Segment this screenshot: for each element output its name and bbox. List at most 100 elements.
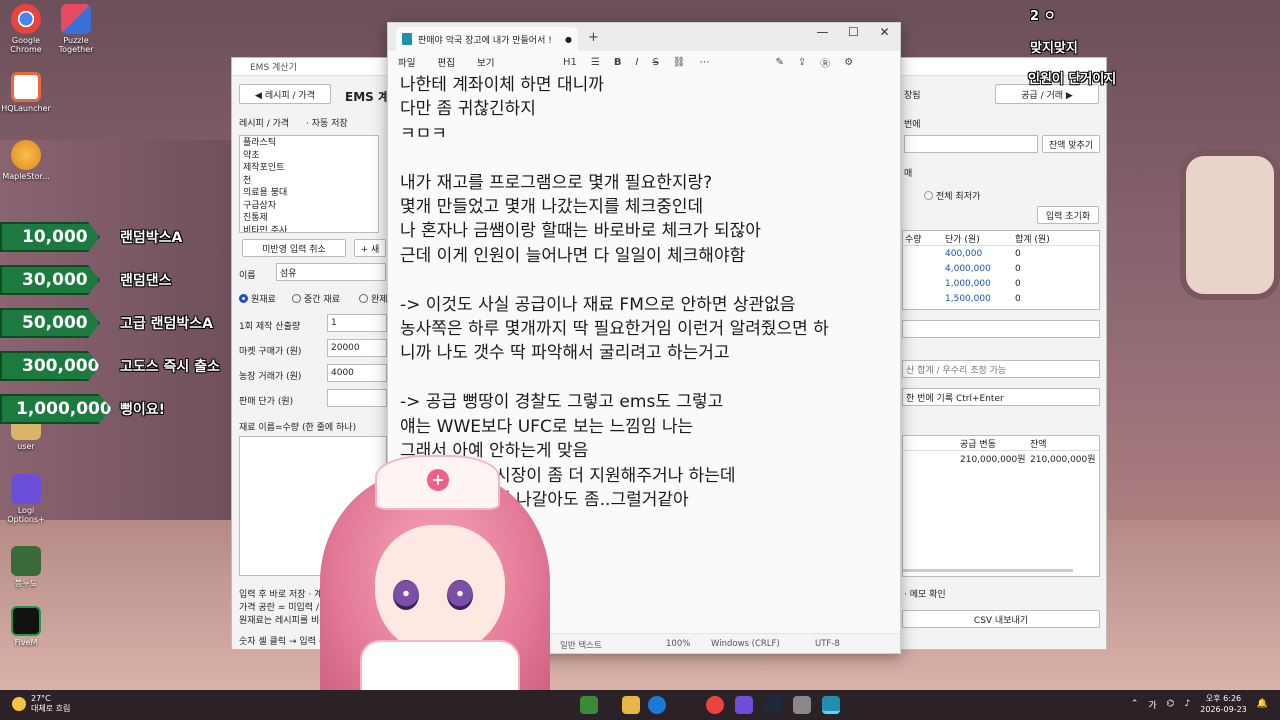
menu-view[interactable]: 보기 bbox=[477, 55, 494, 69]
window-app-icon[interactable] bbox=[793, 696, 811, 714]
account-icon[interactable]: Ⓡ bbox=[820, 55, 830, 70]
link-icon[interactable]: ⛓ bbox=[673, 57, 686, 68]
list-item[interactable]: 의료용 붕대 bbox=[243, 187, 375, 200]
donation-label: 랜덤댄스 bbox=[120, 273, 172, 289]
italic-icon[interactable]: I bbox=[635, 57, 638, 68]
cross-icon: + bbox=[427, 469, 449, 491]
table-row[interactable]: 210,000,000원 210,000,000원 bbox=[903, 451, 1099, 466]
donation-amount: 50,000 bbox=[0, 308, 100, 338]
desktop-icon-fivem[interactable]: FiveM bbox=[0, 606, 52, 647]
overlay-text-3: 인원이 단거이지 bbox=[1028, 72, 1117, 87]
match-balance-button[interactable]: 잔액 맞추기 bbox=[1042, 135, 1100, 153]
radio-lowest-price[interactable]: 전체 최저가 bbox=[924, 189, 980, 202]
list-item[interactable]: 플라스틱 bbox=[243, 137, 375, 150]
chrome-taskbar-icon[interactable] bbox=[706, 696, 724, 714]
chevron-up-icon[interactable]: ⌃ bbox=[1131, 699, 1139, 709]
list-item[interactable]: 약초 bbox=[243, 150, 375, 163]
volume-icon[interactable]: ♪ bbox=[1185, 699, 1191, 709]
list-item[interactable]: 비타민 주사 bbox=[243, 225, 375, 233]
cancel-input-button[interactable]: 미반영 입력 취소 bbox=[242, 239, 346, 257]
list-item[interactable]: 천 bbox=[243, 175, 375, 188]
reset-input-button[interactable]: 입력 초기화 bbox=[1037, 206, 1099, 224]
desktop-icon-game[interactable]: 봉누도 bbox=[0, 546, 52, 589]
new-recipe-button[interactable]: + 새 bbox=[354, 239, 386, 257]
donation-amount: 300,000 bbox=[0, 351, 100, 381]
language-indicator[interactable]: 가 bbox=[1148, 698, 1156, 711]
table-row[interactable]: 400,000 0 bbox=[903, 246, 1099, 261]
market-price-input[interactable]: 20000 bbox=[327, 339, 387, 357]
table-row[interactable]: 4,000,000 0 bbox=[903, 261, 1099, 276]
materials-label: 재료 이름=수량 (한 줄에 하나) bbox=[239, 423, 357, 433]
footer-hint: 숫자 셀 클릭 → 입력 → bbox=[239, 637, 327, 647]
edge-icon[interactable] bbox=[648, 696, 666, 714]
name-input[interactable]: 섬유 bbox=[276, 263, 386, 281]
table-header: 공급 변동 잔액 bbox=[903, 436, 1099, 451]
list-icon[interactable]: ☰ bbox=[591, 57, 600, 68]
settings-gear-icon[interactable]: ⚙ bbox=[844, 57, 853, 68]
clock[interactable]: 오후 6:26 2026-09-23 bbox=[1200, 693, 1247, 715]
strikethrough-icon[interactable]: S bbox=[652, 57, 658, 68]
sell-price-input[interactable] bbox=[327, 389, 387, 407]
status-zoom[interactable]: 100% bbox=[666, 639, 690, 649]
share-icon[interactable]: ⇪ bbox=[798, 57, 806, 68]
list-item[interactable]: 제작포인트 bbox=[243, 162, 375, 175]
total-input[interactable] bbox=[902, 320, 1100, 338]
file-explorer-icon[interactable] bbox=[622, 696, 640, 714]
list-item[interactable]: 구급상자 bbox=[243, 200, 375, 213]
desktop-icon-chrome[interactable]: Google Chrome bbox=[0, 4, 52, 54]
sell-label: 매 bbox=[904, 169, 913, 179]
radio-unselected-icon bbox=[359, 294, 368, 303]
more-icon[interactable]: ⋯ bbox=[700, 57, 710, 68]
csv-export-button[interactable]: CSV 내보내기 bbox=[902, 610, 1100, 628]
record-hint[interactable]: 한 번에 기록 Ctrl+Enter bbox=[902, 388, 1100, 406]
radio-finished[interactable]: 완제 bbox=[359, 292, 388, 305]
avatar-eye-right bbox=[447, 580, 473, 610]
steam-icon[interactable] bbox=[764, 696, 782, 714]
output-qty-input[interactable]: 1 bbox=[327, 314, 387, 332]
heading-dropdown[interactable]: H1 bbox=[563, 57, 577, 68]
supply-tab-button[interactable]: 공급 / 거래 ▶ bbox=[995, 84, 1099, 104]
maximize-icon[interactable]: ☐ bbox=[838, 23, 869, 43]
donation-amount: 30,000 bbox=[0, 265, 100, 295]
bold-icon[interactable]: B bbox=[614, 57, 622, 68]
desktop-icon-logi[interactable]: Logi Options+ bbox=[0, 474, 52, 524]
status-format: 일반 텍스트 bbox=[560, 641, 602, 651]
taskbar-app-icon[interactable] bbox=[580, 696, 598, 714]
recipe-tab-button[interactable]: ◀ 레시피 / 가격 bbox=[239, 84, 331, 104]
notepad-taskbar-icon[interactable] bbox=[822, 696, 840, 714]
list-item[interactable]: 진통제 bbox=[243, 212, 375, 225]
minimize-icon[interactable]: — bbox=[807, 23, 838, 43]
new-tab-icon[interactable]: + bbox=[588, 30, 599, 45]
notification-icon[interactable]: 🔔 bbox=[1257, 699, 1268, 709]
close-icon[interactable]: ✕ bbox=[869, 23, 900, 43]
weather-widget[interactable]: 27°C 대체로 흐림 bbox=[12, 694, 70, 714]
table-header: 수량 단가 (원) 합계 (원) bbox=[903, 231, 1099, 246]
balance-input[interactable] bbox=[904, 135, 1038, 153]
desktop-icon-hqlauncher[interactable]: HQLauncher bbox=[0, 72, 52, 113]
tab-close-icon[interactable]: ● bbox=[565, 35, 572, 44]
app-icon[interactable] bbox=[735, 696, 753, 714]
donation-row: 300,000 고도스 즉시 출소 bbox=[0, 351, 220, 381]
desktop-icon-maplestory[interactable]: MapleStor... bbox=[0, 140, 52, 181]
donation-label: 고도스 즉시 출소 bbox=[120, 359, 220, 375]
desktop-icon-puzzle[interactable]: Puzzle Together bbox=[50, 4, 102, 54]
recipe-list[interactable]: 플라스틱 약초 제작포인트 천 의료용 붕대 구급상자 진통제 비타민 주사 bbox=[239, 135, 379, 233]
menu-file[interactable]: 파일 bbox=[398, 55, 415, 69]
ems-heading: EMS 계 bbox=[345, 90, 389, 104]
donation-row: 50,000 고급 랜덤박스A bbox=[0, 308, 213, 338]
notepad-menu-bar: 파일 편집 보기 H1 ☰ B I S ⛓ ⋯ ✎ ⇪ Ⓡ ⚙ bbox=[388, 51, 900, 73]
overlay-text-1: 2 ㅇ bbox=[1030, 9, 1056, 24]
taskbar: 27°C 대체로 흐림 ⌃ 가 ⌬ ♪ 오후 6:26 2026-09-23 🔔 bbox=[0, 690, 1280, 720]
menu-edit[interactable]: 편집 bbox=[437, 55, 454, 69]
game-icon bbox=[11, 546, 41, 576]
radio-intermediate[interactable]: 중간 재료 bbox=[292, 292, 340, 305]
radio-raw[interactable]: 원재료 bbox=[239, 292, 276, 305]
network-icon[interactable]: ⌬ bbox=[1167, 699, 1175, 709]
farm-price-input[interactable]: 4000 bbox=[327, 364, 387, 382]
status-line-ending: Windows (CRLF) bbox=[711, 639, 780, 649]
table-row[interactable]: 1,000,000 0 bbox=[903, 276, 1099, 291]
table-row[interactable]: 1,500,000 0 bbox=[903, 291, 1099, 306]
notepad-tab[interactable]: 판매야 악국 장고에 내가 만들어서 ! ● bbox=[396, 27, 578, 51]
horizontal-scrollbar[interactable] bbox=[903, 569, 1073, 572]
copilot-icon[interactable]: ✎ bbox=[776, 57, 784, 68]
